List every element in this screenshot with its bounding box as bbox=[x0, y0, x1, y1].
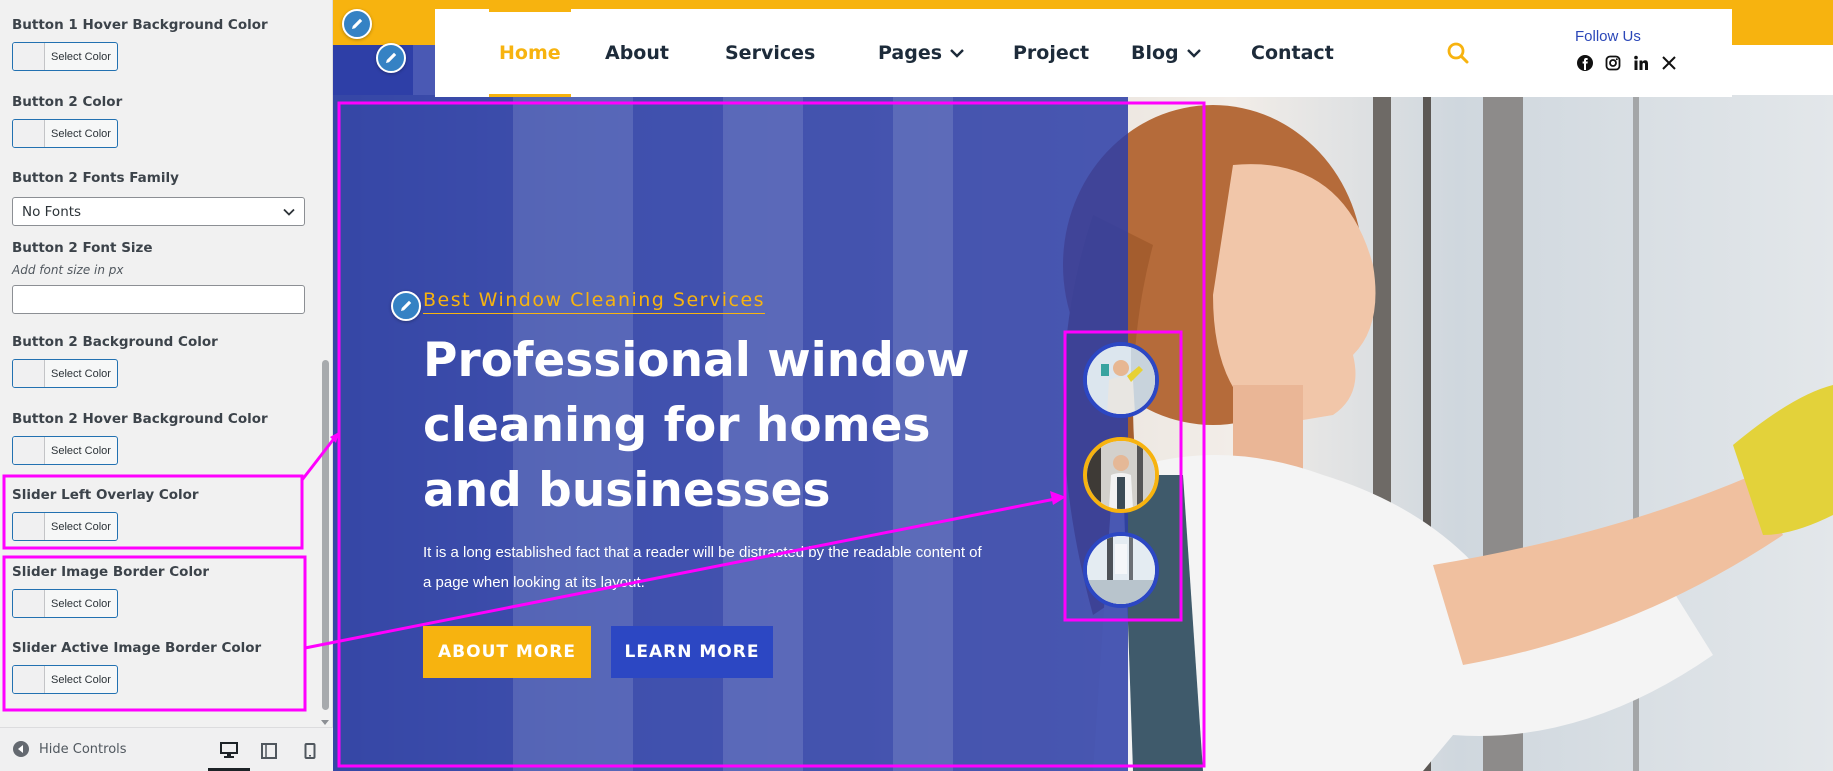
linkedin-icon[interactable] bbox=[1633, 55, 1649, 71]
select-color-button[interactable]: Select Color bbox=[12, 359, 118, 388]
control-label: Button 2 Color bbox=[12, 94, 123, 110]
nav-contact[interactable]: Contact bbox=[1251, 9, 1334, 97]
nav-blog-label: Blog bbox=[1131, 42, 1179, 64]
control-button2-bg: Button 2 Background Color Select Color bbox=[12, 333, 312, 388]
select-value: No Fonts bbox=[22, 203, 82, 220]
mobile-icon bbox=[304, 743, 316, 759]
control-button2-font-family: Button 2 Fonts Family No Fonts bbox=[12, 169, 312, 226]
chevron-down-icon bbox=[1186, 48, 1201, 58]
select-color-label: Select Color bbox=[51, 127, 111, 140]
scrollbar-thumb[interactable] bbox=[322, 360, 329, 710]
control-label: Slider Left Overlay Color bbox=[12, 487, 199, 503]
control-description: Add font size in px bbox=[12, 263, 124, 277]
control-label: Slider Active Image Border Color bbox=[12, 640, 262, 656]
font-family-select[interactable]: No Fonts bbox=[12, 197, 305, 226]
control-label: Button 2 Background Color bbox=[12, 334, 218, 350]
select-color-button[interactable]: Select Color bbox=[12, 436, 118, 465]
select-color-button[interactable]: Select Color bbox=[12, 119, 118, 148]
hero-subtitle: Best Window Cleaning Services bbox=[423, 289, 766, 314]
social-links bbox=[1577, 55, 1677, 71]
sidebar-scrollbar[interactable] bbox=[320, 0, 331, 727]
slider-thumbnail-1[interactable] bbox=[1083, 342, 1159, 418]
preview-desktop-button[interactable] bbox=[208, 731, 250, 771]
font-size-input[interactable] bbox=[12, 285, 305, 314]
scroll-down-arrow-icon[interactable] bbox=[321, 720, 329, 725]
select-color-button[interactable]: Select Color bbox=[12, 42, 118, 71]
x-icon[interactable] bbox=[1661, 55, 1677, 71]
chevron-down-icon bbox=[950, 48, 964, 58]
desktop-icon bbox=[220, 741, 238, 758]
select-color-label: Select Color bbox=[51, 367, 111, 380]
thumbnail-image bbox=[1087, 346, 1155, 414]
control-button2-hover-bg: Button 2 Hover Background Color Select C… bbox=[12, 410, 312, 465]
nav-about[interactable]: About bbox=[605, 9, 669, 97]
nav-pages-label: Pages bbox=[878, 42, 943, 64]
main-navigation: Home About Services Pages Project Blog C… bbox=[435, 9, 1732, 97]
tablet-icon bbox=[261, 743, 277, 759]
color-swatch bbox=[13, 437, 45, 464]
select-color-button[interactable]: Select Color bbox=[12, 512, 118, 541]
nav-contact-label: Contact bbox=[1251, 42, 1334, 64]
control-label: Button 1 Hover Background Color bbox=[12, 17, 268, 33]
control-button2-color: Button 2 Color Select Color bbox=[12, 93, 312, 148]
thumbnail-image bbox=[1087, 441, 1155, 509]
slider-thumbnail-2-active[interactable] bbox=[1083, 437, 1159, 513]
search-icon[interactable] bbox=[1447, 42, 1469, 68]
select-color-label: Select Color bbox=[51, 520, 111, 533]
color-swatch bbox=[13, 590, 45, 617]
about-more-button[interactable]: ABOUT MORE bbox=[423, 626, 591, 678]
nav-blog[interactable]: Blog bbox=[1131, 9, 1201, 97]
hero-headline: Professional window cleaning for homes a… bbox=[423, 333, 970, 518]
select-color-button[interactable]: Select Color bbox=[12, 665, 118, 694]
customizer-footer: Hide Controls bbox=[0, 727, 333, 771]
nav-project[interactable]: Project bbox=[1013, 9, 1089, 97]
control-slider-image-border: Slider Image Border Color Select Color bbox=[12, 563, 312, 618]
customizer-sidebar: Button 1 Hover Background Color Select C… bbox=[0, 0, 333, 771]
control-slider-active-image-border: Slider Active Image Border Color Select … bbox=[12, 639, 312, 694]
preview-mobile-button[interactable] bbox=[289, 731, 331, 771]
thumbnail-image bbox=[1087, 536, 1155, 604]
hero-paragraph: It is a long established fact that a rea… bbox=[423, 544, 982, 591]
color-swatch bbox=[13, 120, 45, 147]
facebook-icon[interactable] bbox=[1577, 55, 1593, 71]
select-color-label: Select Color bbox=[51, 673, 111, 686]
hide-controls-label: Hide Controls bbox=[39, 741, 127, 757]
learn-more-button[interactable]: LEARN MORE bbox=[611, 626, 773, 678]
color-swatch bbox=[13, 43, 45, 70]
edit-shortcut-pencil-icon[interactable] bbox=[376, 43, 406, 73]
nav-about-label: About bbox=[605, 42, 669, 64]
control-label: Button 2 Font Size bbox=[12, 240, 153, 256]
select-color-button[interactable]: Select Color bbox=[12, 589, 118, 618]
select-color-label: Select Color bbox=[51, 50, 111, 63]
nav-services[interactable]: Services bbox=[725, 9, 815, 97]
edit-shortcut-pencil-icon[interactable] bbox=[342, 9, 372, 39]
nav-services-label: Services bbox=[725, 42, 816, 64]
slider-thumbnail-3[interactable] bbox=[1083, 532, 1159, 608]
control-label: Slider Image Border Color bbox=[12, 564, 210, 580]
nav-pages[interactable]: Pages bbox=[878, 9, 964, 97]
control-button2-font-size: Button 2 Font Size Add font size in px bbox=[12, 239, 312, 314]
hide-controls-button[interactable]: Hide Controls bbox=[13, 741, 127, 757]
select-color-label: Select Color bbox=[51, 444, 111, 457]
nav-home[interactable]: Home bbox=[489, 9, 571, 97]
chevron-down-icon bbox=[283, 208, 295, 216]
follow-us-label: Follow Us bbox=[1575, 28, 1641, 45]
control-slider-left-overlay: Slider Left Overlay Color Select Color bbox=[12, 486, 312, 541]
select-color-label: Select Color bbox=[51, 597, 111, 610]
edit-shortcut-pencil-icon[interactable] bbox=[391, 291, 421, 321]
customizer-controls-panel: Button 1 Hover Background Color Select C… bbox=[0, 0, 320, 727]
control-label: Button 2 Hover Background Color bbox=[12, 411, 268, 427]
control-label: Button 2 Fonts Family bbox=[12, 170, 179, 186]
nav-project-label: Project bbox=[1013, 42, 1090, 64]
site-preview: Home About Services Pages Project Blog C… bbox=[333, 0, 1833, 771]
preview-tablet-button[interactable] bbox=[248, 731, 290, 771]
color-swatch bbox=[13, 666, 45, 693]
color-swatch bbox=[13, 513, 45, 540]
color-swatch bbox=[13, 360, 45, 387]
collapse-arrow-icon bbox=[13, 741, 29, 757]
nav-home-label: Home bbox=[499, 42, 561, 64]
control-button1-hover-bg: Button 1 Hover Background Color Select C… bbox=[12, 16, 312, 71]
instagram-icon[interactable] bbox=[1605, 55, 1621, 71]
